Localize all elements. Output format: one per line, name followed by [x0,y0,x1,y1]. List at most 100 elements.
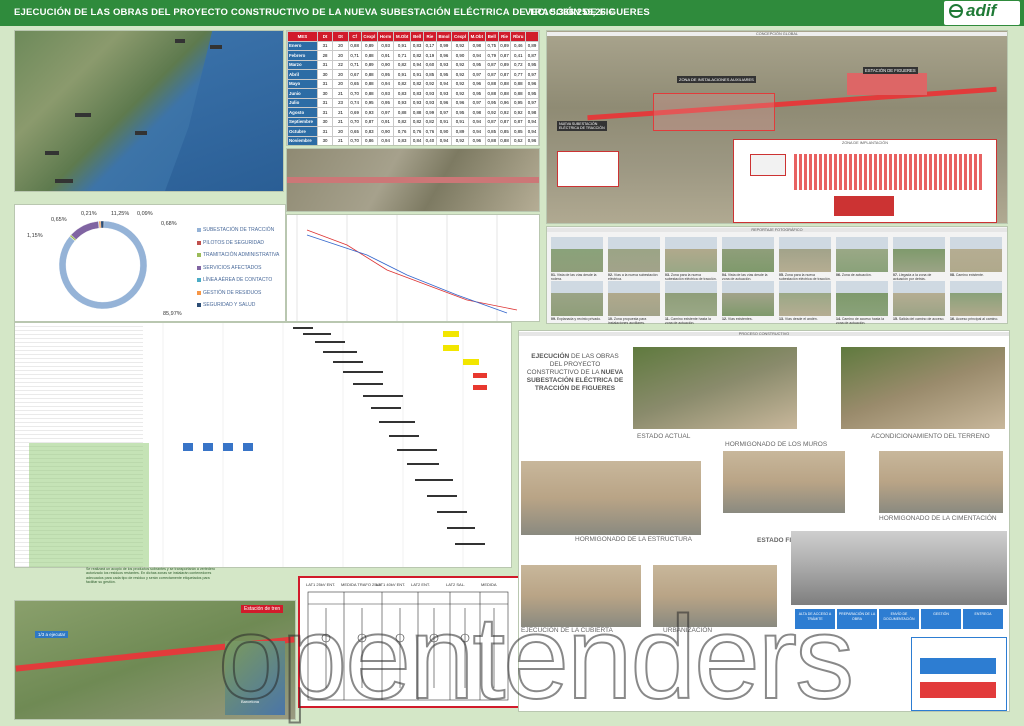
table-cell: 0,96 [526,146,539,147]
table-cell: 0,92 [451,69,469,80]
table-cell: 0,83 [393,88,412,99]
site-photo [551,237,603,272]
photo-caption-block: 09. Explanada y recinto privado. [551,317,605,321]
flow-step: GESTIÓN [921,609,961,629]
table-cell: 0,76 [422,126,437,137]
table-cell: 0,96 [467,78,486,89]
table-cell: 30 [316,116,334,127]
site-photo [722,237,774,272]
table-cell: 0,96 [497,97,512,108]
table-cell: 0,83 [410,88,424,99]
photo-caption-block: 06. Zona de actuación. [836,273,890,277]
table-cell: 0,93 [377,40,395,51]
table-cell: 0,95 [525,59,539,70]
table-cell: 0,65 [347,78,362,89]
table-cell: 0,95 [510,97,527,108]
global-concept-panel: CONCEPCIÓN GLOBAL ZONA DE INSTALACIONES … [546,30,1008,224]
legend-label: GESTIÓN DE RESIDUOS [203,289,262,296]
data-label: 0,21% [81,211,97,217]
photo-caption-block: 10. Zona propuesta para instalaciones au… [608,317,662,325]
table-cell: 0,41 [510,50,527,61]
site-photo [893,237,945,272]
table-cell: 0,89 [361,146,378,147]
table-cell: 0,85 [422,69,437,80]
data-label: 1,15% [27,233,43,239]
table-cell: 0,87 [484,59,499,70]
table-cell: 0,60 [422,59,437,70]
new-substation-label: NUEVA SUBESTACIÓN ELÉCTRICA DE TRACCIÓN [557,121,607,131]
table-header-cell: Cexpl [451,31,469,42]
table-cell: 0,88 [510,78,527,89]
table-cell: 0,69 [347,107,362,118]
table-cell: 0,82 [410,78,424,89]
auxiliary-zone [653,93,775,131]
table-cell: 0,82 [393,78,412,89]
table-cell: 0,88 [510,88,527,99]
photo-caption: Vista de las vías desde la zona de actua… [722,273,768,281]
site-photo [608,237,660,272]
table-cell: 0,52 [511,146,526,147]
table-cell: 0,92 [497,107,512,118]
site-offices [750,154,786,176]
lead-strong: EJECUCIÓN [531,353,570,360]
table-cell: 20 [332,78,349,89]
flow-step: ENVÍO DE DOCUMENTACIÓN [879,609,919,629]
table-cell: 0,98 [467,40,486,51]
table-cell: 0,98 [467,107,486,118]
table-cell: 0,70 [347,116,362,127]
table-row: Marzo 31 22 0,71 0,89 0,90 0,82 0,94 0,60 0,93 0,9… [287,59,539,70]
table-cell: 20 [332,40,349,51]
data-label: 0,09% [137,211,153,217]
table-cell: 0,29 [423,146,436,147]
table-row: Enero 31 20 0,88 0,89 0,93 0,91 0,83 0,17 0,99 0,9… [287,40,539,51]
legend-swatch [197,228,201,232]
label-foundation: HORMIGONADO DE LA CIMENTACIÓN [879,515,997,522]
table-cell: 0,92 [422,78,437,89]
render-walls [723,451,845,513]
table-cell: 0,94 [435,135,453,145]
table-cell: 0,86 [360,135,379,145]
table-cell: 0,82 [393,116,412,127]
table-cell: 0,79 [484,50,499,61]
table-cell: 0,46 [510,40,527,51]
table-header-cell: Bmol [435,31,453,42]
table-cell: 0,40 [422,135,437,145]
table-cell: 0,87 [497,69,512,80]
table-cell: 0,83 [411,146,424,147]
site-photo [779,237,831,272]
data-label: 85,97% [163,311,182,317]
table-cell: 0,95 [435,69,453,80]
sea-area [165,31,283,191]
table-cell: 0,70 [347,135,362,145]
table-cell: 0,88 [393,107,412,118]
table-cell: 31 [316,107,334,118]
table-cell: Febrero [287,50,318,61]
table-cell: 20 [332,126,349,137]
table-cell: 0,93 [360,107,379,118]
data-label: 0,68% [161,221,177,227]
table-cell: 0,95 [377,69,395,80]
site-photo [950,281,1002,316]
table-cell: 0,88 [410,107,424,118]
table-cell: 0,75 [394,146,411,147]
table-cell: 0,90 [435,126,453,137]
legend-swatch [197,303,201,307]
table-cell: Septiembre [287,116,318,127]
table-cell: 0,99 [435,40,453,51]
table-cell: 0,94 [467,126,486,137]
table-cell: Mayo [287,78,318,89]
table-cell: 0,96 [467,135,486,145]
table-cell: 0,74 [347,97,362,108]
photo-caption-block: 15. Salida del camino de acceso. [893,317,947,321]
table-cell: 0,19 [422,50,437,61]
table-cell: 0,88 [347,40,362,51]
photo-caption: Vías existentes. [727,317,753,321]
table-cell: Junio [287,88,318,99]
legend-entry: PILOTOS DE SEGURIDAD [197,240,264,246]
photo-report-title: REPORTAJE FOTOGRÁFICO [547,228,1007,232]
table-cell: 0,88 [498,146,511,147]
photo-caption: Explanada y recinto privado. [556,317,602,321]
table-cell: 0,76 [393,126,412,137]
table-cell: 20 [332,69,349,80]
table-cell: 0,93 [393,97,412,108]
